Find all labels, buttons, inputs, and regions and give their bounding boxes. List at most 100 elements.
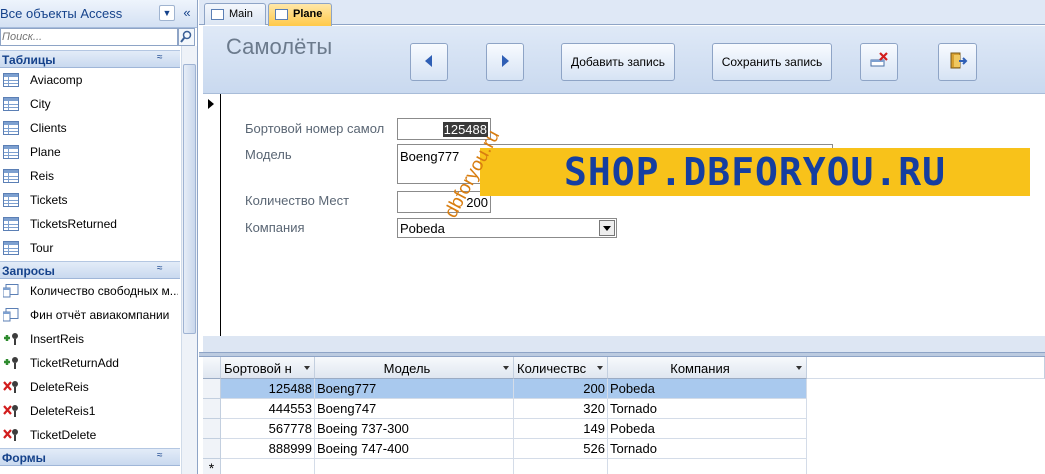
nav-item-query[interactable]: InsertReis	[0, 327, 180, 351]
nav-item-table[interactable]: Tour	[0, 236, 180, 260]
nav-item-table[interactable]: Clients	[0, 116, 180, 140]
nav-item-label: Количество свободных м...	[30, 284, 178, 298]
column-header[interactable]: Бортовой н	[221, 357, 315, 379]
close-form-button[interactable]	[938, 43, 977, 81]
next-record-button[interactable]	[486, 43, 524, 81]
record-selector[interactable]	[203, 94, 221, 336]
table-cell[interactable]: 444553	[221, 399, 315, 419]
company-combobox[interactable]: Pobeda	[397, 218, 617, 238]
nav-item-query[interactable]: DeleteReis1	[0, 399, 180, 423]
nav-scrollbar[interactable]	[181, 46, 197, 474]
nav-header: Все объекты Access ▼ «	[0, 0, 197, 28]
nav-title[interactable]: Все объекты Access	[0, 6, 122, 21]
table-cell[interactable]: 125488	[221, 379, 315, 399]
table-cell[interactable]: Boeing 737-300	[315, 419, 514, 439]
table-icon	[3, 241, 19, 255]
nav-item-query[interactable]: DeleteReis	[0, 375, 180, 399]
seats-label: Количество Мест	[245, 193, 350, 208]
table-cell[interactable]: 149	[514, 419, 608, 439]
delete-record-icon	[870, 51, 888, 66]
search-input[interactable]	[0, 28, 178, 46]
tab-plane[interactable]: Plane	[268, 3, 332, 26]
chevron-down-icon[interactable]	[597, 366, 603, 370]
nav-item-label: InsertReis	[30, 332, 85, 346]
form-icon	[275, 9, 288, 20]
nav-item-label: Aviacomp	[30, 73, 83, 87]
nav-item-table[interactable]: TicketsReturned	[0, 212, 180, 236]
table-cell[interactable]: Boeng747	[315, 399, 514, 419]
nav-item-query[interactable]: TicketDelete	[0, 423, 180, 447]
table-cell[interactable]: Pobeda	[608, 379, 807, 399]
column-header[interactable]: Модель	[315, 357, 514, 379]
chevron-down-icon[interactable]: ▼	[159, 5, 175, 21]
number-field[interactable]: 125488	[397, 118, 491, 140]
table-cell[interactable]: 567778	[221, 419, 315, 439]
table-row[interactable]: 888999 Boeing 747-400 526 Tornado	[203, 439, 1045, 459]
group-header-tables[interactable]: Таблицы ≈	[0, 50, 180, 68]
chevron-down-icon[interactable]	[796, 366, 802, 370]
tab-main[interactable]: Main	[204, 3, 266, 25]
column-header[interactable]: Компания	[608, 357, 807, 379]
row-selector[interactable]	[203, 439, 221, 459]
table-cell[interactable]	[221, 459, 315, 474]
chevron-down-icon[interactable]	[304, 366, 310, 370]
row-selector[interactable]	[203, 379, 221, 399]
new-record-marker[interactable]: *	[203, 459, 221, 474]
nav-item-label: Tour	[30, 241, 54, 255]
nav-item-table[interactable]: Aviacomp	[0, 68, 180, 92]
save-record-button[interactable]: Сохранить запись	[712, 43, 832, 81]
table-cell[interactable]: Tornado	[608, 439, 807, 459]
scrollbar-thumb[interactable]	[183, 64, 196, 334]
table-row[interactable]: 444553 Boeng747 320 Tornado	[203, 399, 1045, 419]
chevron-down-icon[interactable]	[599, 220, 615, 236]
table-cell[interactable]: Boeing 747-400	[315, 439, 514, 459]
group-header-forms[interactable]: Формы ≈	[0, 448, 180, 466]
nav-item-table[interactable]: Plane	[0, 140, 180, 164]
chevron-up-icon: ≈	[157, 52, 163, 63]
table-cell[interactable]: Tornado	[608, 399, 807, 419]
row-selector[interactable]	[203, 399, 221, 419]
table-cell[interactable]: 888999	[221, 439, 315, 459]
table-cell[interactable]	[514, 459, 608, 474]
group-label: Запросы	[2, 264, 55, 278]
table-cell[interactable]	[608, 459, 807, 474]
company-label: Компания	[245, 220, 305, 235]
nav-item-label: DeleteReis	[30, 380, 89, 394]
add-record-button[interactable]: Добавить запись	[561, 43, 675, 81]
delete-record-button[interactable]	[860, 43, 898, 81]
collapse-pane-icon[interactable]: «	[179, 3, 195, 23]
column-header-label: Компания	[670, 361, 730, 376]
column-header[interactable]: Количествс	[514, 357, 608, 379]
table-cell[interactable]: Pobeda	[608, 419, 807, 439]
form-footer	[203, 336, 1045, 352]
nav-item-label: Clients	[30, 121, 67, 135]
column-header-label: Бортовой н	[224, 361, 292, 376]
group-label: Формы	[2, 451, 46, 465]
nav-item-table[interactable]: Reis	[0, 164, 180, 188]
table-cell[interactable]: 526	[514, 439, 608, 459]
select-all-corner[interactable]	[203, 357, 221, 379]
group-header-queries[interactable]: Запросы ≈	[0, 261, 180, 279]
table-cell[interactable]: 320	[514, 399, 608, 419]
table-row[interactable]: 567778 Boeing 737-300 149 Pobeda	[203, 419, 1045, 439]
datasheet: Бортовой н Модель Количествс Компания 12…	[203, 357, 1045, 474]
search-button[interactable]	[178, 28, 195, 46]
nav-item-query[interactable]: Фин отчёт авиакомпании	[0, 303, 180, 327]
table-icon	[3, 121, 19, 135]
table-cell[interactable]: 200	[514, 379, 608, 399]
table-row[interactable]: 125488 Boeng777 200 Pobeda	[203, 379, 1045, 399]
row-selector[interactable]	[203, 419, 221, 439]
nav-item-query[interactable]: Количество свободных м...	[0, 279, 180, 303]
nav-item-query[interactable]: TicketReturnAdd	[0, 351, 180, 375]
new-record-row[interactable]: *	[203, 459, 1045, 474]
table-cell[interactable]	[315, 459, 514, 474]
nav-item-table[interactable]: Tickets	[0, 188, 180, 212]
chevron-down-icon[interactable]	[503, 366, 509, 370]
nav-item-table[interactable]: City	[0, 92, 180, 116]
model-label: Модель	[245, 147, 292, 162]
nav-item-label: TicketsReturned	[30, 217, 117, 231]
table-cell[interactable]: Boeng777	[315, 379, 514, 399]
table-icon	[3, 73, 19, 87]
table-icon	[3, 169, 19, 183]
prev-record-button[interactable]	[410, 43, 448, 81]
